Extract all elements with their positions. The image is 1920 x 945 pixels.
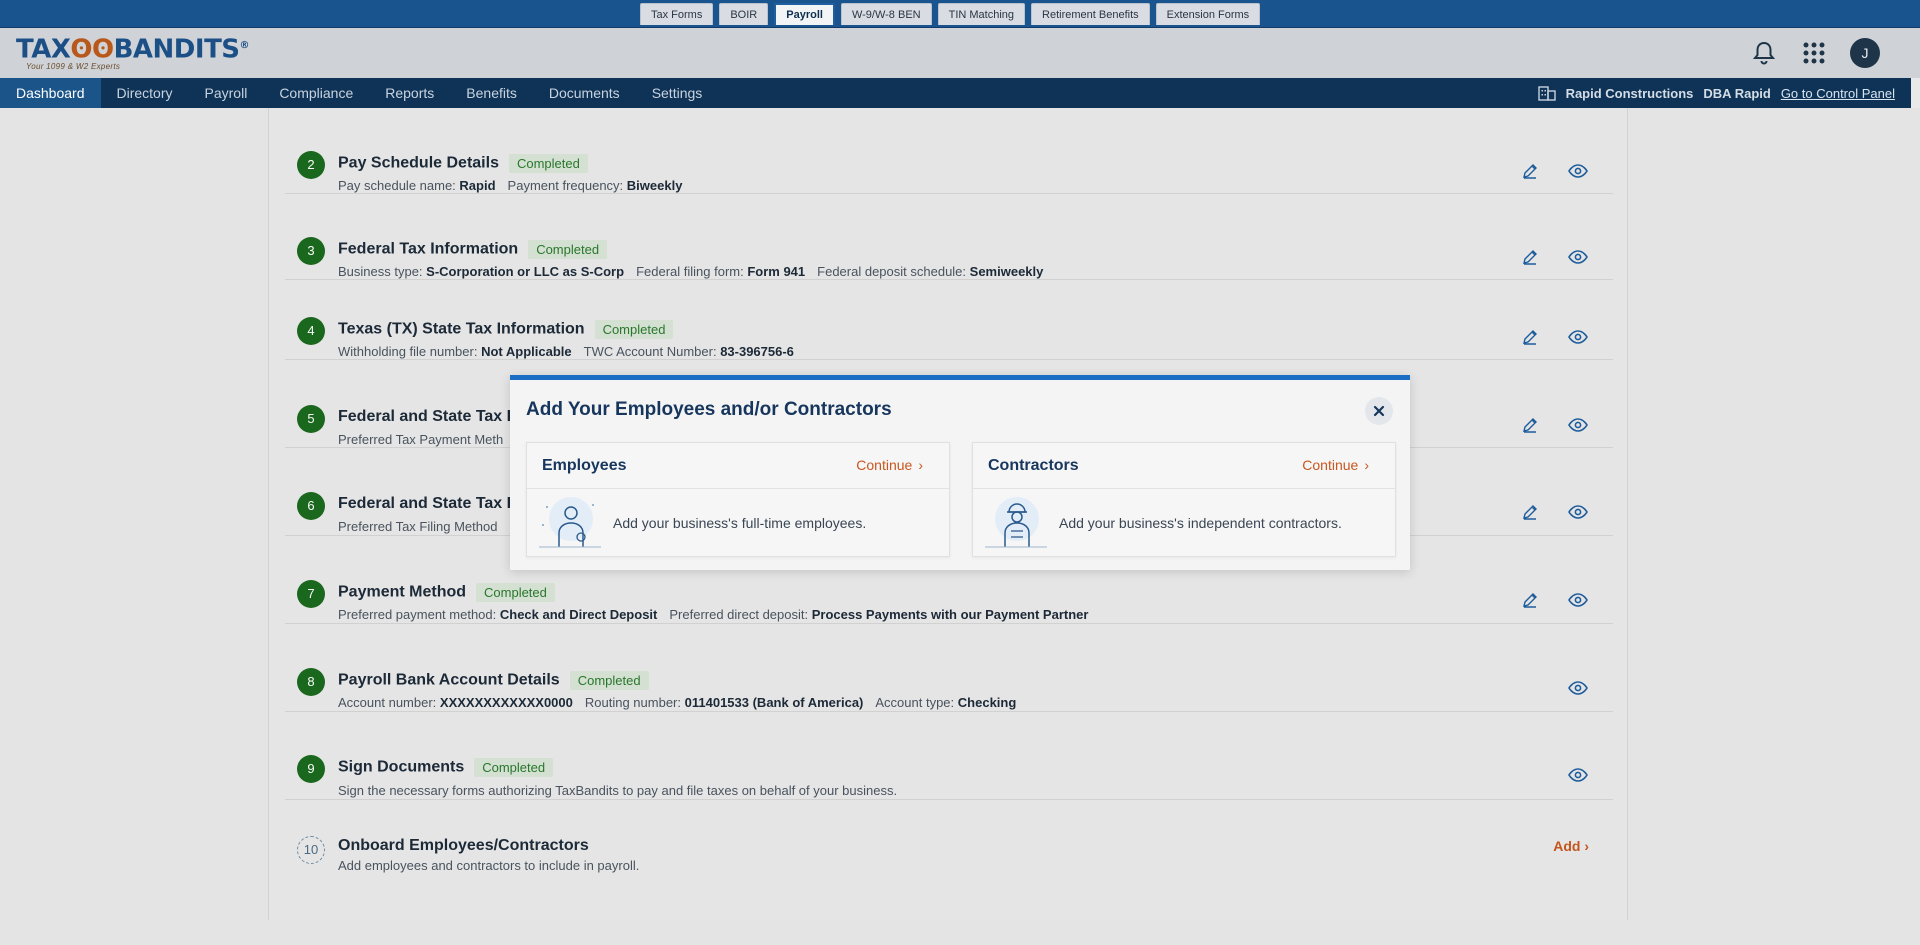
close-icon[interactable] (1365, 397, 1393, 425)
nav-dashboard[interactable]: Dashboard (0, 78, 101, 108)
modal-title: Add Your Employees and/or Contractors (526, 399, 892, 420)
logo-registered-mark: ® (239, 40, 250, 51)
employees-card-text: Add your business's full-time employees. (613, 515, 867, 531)
employees-card-title: Employees (542, 457, 627, 474)
company-info: Rapid Constructions DBA Rapid Go to Cont… (1537, 78, 1895, 108)
product-tab-extension-forms[interactable]: Extension Forms (1155, 3, 1261, 25)
company-name: Rapid Constructions (1565, 85, 1694, 101)
product-tab-strip: Tax Forms BOIR Payroll W-9/W-8 BEN TIN M… (0, 0, 1920, 28)
add-employees-contractors-modal: Add Your Employees and/or Contractors Em… (510, 375, 1410, 570)
contractor-illustration-icon (985, 497, 1047, 548)
contractors-card[interactable]: Contractors Continue › Add your business'… (972, 442, 1396, 557)
bell-icon[interactable] (1750, 39, 1778, 67)
nav-compliance[interactable]: Compliance (263, 78, 369, 108)
employees-continue-button[interactable]: Continue › (856, 457, 923, 473)
product-tab-tax-forms[interactable]: Tax Forms (640, 3, 714, 25)
user-avatar[interactable]: J (1850, 38, 1880, 68)
company-dba: DBA Rapid (1703, 85, 1771, 101)
product-tab-payroll[interactable]: Payroll (774, 3, 835, 25)
product-tabs: Tax Forms BOIR Payroll W-9/W-8 BEN TIN M… (640, 3, 1261, 25)
nav-reports[interactable]: Reports (369, 78, 450, 108)
nav-benefits[interactable]: Benefits (450, 78, 533, 108)
employee-illustration-icon (539, 497, 601, 548)
chevron-right-icon: › (918, 457, 923, 473)
nav-payroll[interactable]: Payroll (189, 78, 264, 108)
nav-documents[interactable]: Documents (533, 78, 636, 108)
control-panel-link[interactable]: Go to Control Panel (1781, 86, 1895, 101)
logo-text-left: TAX (16, 34, 71, 65)
product-tab-retirement-benefits[interactable]: Retirement Benefits (1031, 3, 1150, 25)
nav-settings[interactable]: Settings (636, 78, 719, 108)
employees-card[interactable]: Employees Continue › Add your business's … (526, 442, 950, 557)
taxbandits-logo[interactable]: TAXʘʘBANDITS® Your 1099 & W2 Experts (16, 32, 250, 74)
apps-grid-icon[interactable] (1800, 39, 1828, 67)
building-icon (1537, 86, 1556, 101)
logo-text-right: BANDITS (113, 34, 240, 65)
product-tab-w9-w8ben[interactable]: W-9/W-8 BEN (840, 3, 932, 25)
logo-owl-eyes: ʘʘ (70, 34, 114, 65)
header-icons: J (1750, 38, 1880, 68)
product-tab-boir[interactable]: BOIR (719, 3, 769, 25)
product-tab-tin-matching[interactable]: TIN Matching (937, 3, 1026, 25)
chevron-right-icon: › (1364, 457, 1369, 473)
nav-directory[interactable]: Directory (101, 78, 189, 108)
main-nav: Dashboard Directory Payroll Compliance R… (0, 78, 1911, 108)
contractors-card-text: Add your business's independent contract… (1059, 515, 1342, 531)
app-header: TAXʘʘBANDITS® Your 1099 & W2 Experts J (0, 28, 1920, 78)
contractors-card-title: Contractors (988, 457, 1079, 474)
contractors-continue-button[interactable]: Continue › (1302, 457, 1369, 473)
